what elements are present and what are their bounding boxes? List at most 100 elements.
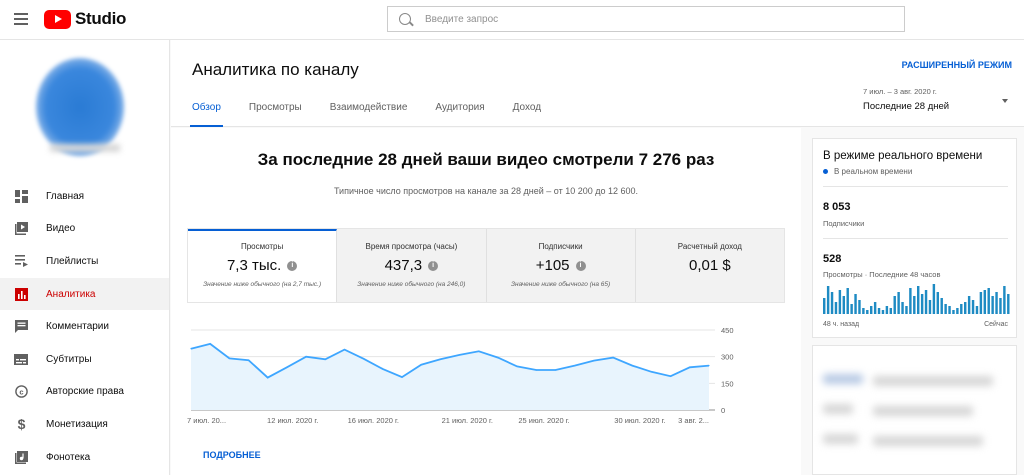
sidebar-item-analytics[interactable]: Аналитика bbox=[0, 277, 169, 311]
search-bar[interactable] bbox=[387, 6, 905, 32]
data-point bbox=[363, 358, 365, 360]
data-point bbox=[689, 366, 691, 368]
blurred-row bbox=[823, 434, 858, 444]
realtime-bar bbox=[924, 290, 928, 314]
video-icon bbox=[14, 222, 28, 236]
realtime-subscribers-value: 8 053 bbox=[823, 201, 851, 213]
period-label: Последние 28 дней bbox=[863, 101, 950, 112]
realtime-axis-start: 48 ч. назад bbox=[823, 321, 860, 328]
data-point bbox=[554, 369, 557, 371]
realtime-bar bbox=[881, 310, 885, 314]
realtime-bar bbox=[846, 288, 849, 314]
subtitles-icon bbox=[14, 352, 28, 366]
info-icon[interactable]: i bbox=[575, 260, 586, 271]
sidebar-item-subtitles[interactable]: Субтитры bbox=[0, 343, 169, 376]
sidebar-item-dashboard[interactable]: Главная bbox=[0, 180, 169, 213]
advanced-mode-link[interactable]: РАСШИРЕННЫЙ РЕЖИМ bbox=[902, 60, 1012, 70]
sidebar-item-monetization[interactable]: $ Монетизация bbox=[0, 408, 169, 441]
realtime-bar bbox=[936, 292, 940, 314]
realtime-bar bbox=[928, 300, 932, 314]
realtime-bar bbox=[971, 300, 975, 314]
search-icon[interactable] bbox=[399, 13, 411, 25]
data-point bbox=[324, 358, 326, 360]
realtime-bar bbox=[850, 304, 853, 314]
blurred-row bbox=[873, 376, 993, 386]
metric-note: Значение ниже обычного (на 2,7 тыс.) bbox=[203, 281, 322, 288]
realtime-bar bbox=[905, 306, 908, 314]
data-point bbox=[267, 377, 269, 379]
realtime-title: В режиме реального времени bbox=[823, 150, 983, 162]
x-tick-label: 3 авг. 2... bbox=[678, 416, 709, 425]
realtime-bar bbox=[842, 296, 846, 314]
sidebar-item-comments[interactable]: Комментарии bbox=[0, 310, 169, 343]
realtime-bar bbox=[1003, 286, 1006, 314]
dollar-icon: $ bbox=[14, 417, 28, 431]
metric-title: Подписчики bbox=[538, 242, 583, 251]
sidebar-item-label: Фонотека bbox=[46, 451, 91, 463]
realtime-bar bbox=[909, 288, 912, 314]
metric-value: 7,3 тыс. bbox=[226, 257, 282, 274]
metric-value: 0,01 $ bbox=[689, 257, 731, 274]
playlist-icon bbox=[14, 254, 28, 268]
x-tick-label: 21 июл. 2020 г. bbox=[442, 416, 493, 425]
data-point bbox=[478, 350, 480, 352]
studio-logo[interactable]: Studio bbox=[44, 9, 126, 29]
y-tick-label: 150 bbox=[721, 379, 734, 388]
x-tick-label: 25 июл. 2020 г. bbox=[518, 416, 569, 425]
metric-note: Значение ниже обычного (на 65) bbox=[511, 281, 611, 288]
svg-text:$: $ bbox=[17, 417, 25, 431]
sidebar-item-playlists[interactable]: Плейлисты bbox=[0, 245, 169, 278]
metric-value-row: 7,3 тыс. i bbox=[188, 257, 336, 274]
info-icon[interactable]: i bbox=[428, 260, 439, 271]
y-tick-label: 0 bbox=[721, 406, 725, 415]
sidebar-item-label: Авторские права bbox=[46, 386, 124, 398]
data-point bbox=[535, 369, 537, 371]
search-input[interactable] bbox=[425, 13, 865, 25]
sidebar-item-videos[interactable]: Видео bbox=[0, 213, 169, 246]
metric-card-watch-time[interactable]: Время просмотра (часы) 437,3 i Значение … bbox=[337, 229, 487, 302]
realtime-views-value: 528 bbox=[823, 253, 842, 265]
realtime-bar-chart[interactable] bbox=[823, 283, 1013, 315]
sidebar-item-copyright[interactable]: c Авторские права bbox=[0, 376, 169, 409]
y-tick-label: 300 bbox=[721, 353, 734, 362]
data-point bbox=[631, 364, 633, 367]
blurred-row bbox=[873, 406, 973, 416]
realtime-bar bbox=[862, 308, 865, 314]
overview-subline: Типичное число просмотров на канале за 2… bbox=[333, 186, 639, 196]
period-selector[interactable]: 7 июл. – 3 авг. 2020 г. Последние 28 дне… bbox=[863, 87, 949, 112]
chevron-down-icon[interactable] bbox=[1002, 99, 1008, 103]
realtime-bar bbox=[920, 294, 924, 314]
metric-card-subscribers[interactable]: Подписчики +105 i Значение ниже обычного… bbox=[486, 229, 636, 302]
see-more-link[interactable]: ПОДРОБНЕЕ bbox=[203, 450, 261, 460]
data-point bbox=[497, 356, 499, 359]
youtube-logo-icon bbox=[44, 9, 71, 29]
metric-card-revenue[interactable]: Расчетный доход 0,01 $ bbox=[635, 229, 784, 302]
realtime-bar bbox=[952, 310, 955, 314]
realtime-bar bbox=[854, 294, 857, 314]
realtime-bar bbox=[999, 298, 1002, 314]
menu-icon[interactable] bbox=[14, 13, 28, 25]
metric-title: Расчетный доход bbox=[677, 242, 742, 251]
realtime-bar bbox=[889, 308, 893, 314]
data-point bbox=[401, 376, 403, 378]
realtime-axis-end: Сейчас bbox=[984, 321, 1008, 328]
data-point bbox=[670, 375, 672, 377]
realtime-bar bbox=[901, 302, 904, 314]
channel-avatar[interactable] bbox=[36, 58, 124, 156]
metric-card-views[interactable]: Просмотры 7,3 тыс. i Значение ниже обычн… bbox=[188, 229, 338, 302]
realtime-bar bbox=[944, 304, 947, 314]
sidebar: Главная Видео Плейлисты Аналитика Коммен… bbox=[0, 40, 170, 475]
realtime-bar bbox=[975, 306, 979, 314]
info-icon[interactable]: i bbox=[287, 260, 298, 271]
data-point bbox=[420, 364, 422, 366]
realtime-bar bbox=[870, 306, 873, 314]
data-point bbox=[574, 364, 576, 367]
views-line-chart[interactable]: 0 150 300 450 7 июл. 20... 12 июл. 2020 г. 16 … bbox=[187, 320, 785, 440]
realtime-bar bbox=[893, 296, 896, 314]
realtime-bar bbox=[964, 302, 967, 314]
realtime-bar bbox=[877, 308, 881, 314]
realtime-bar bbox=[858, 300, 861, 314]
comments-icon bbox=[14, 320, 28, 334]
sidebar-item-audio-library[interactable]: Фонотека bbox=[0, 441, 169, 474]
sidebar-item-label: Видео bbox=[46, 223, 76, 235]
